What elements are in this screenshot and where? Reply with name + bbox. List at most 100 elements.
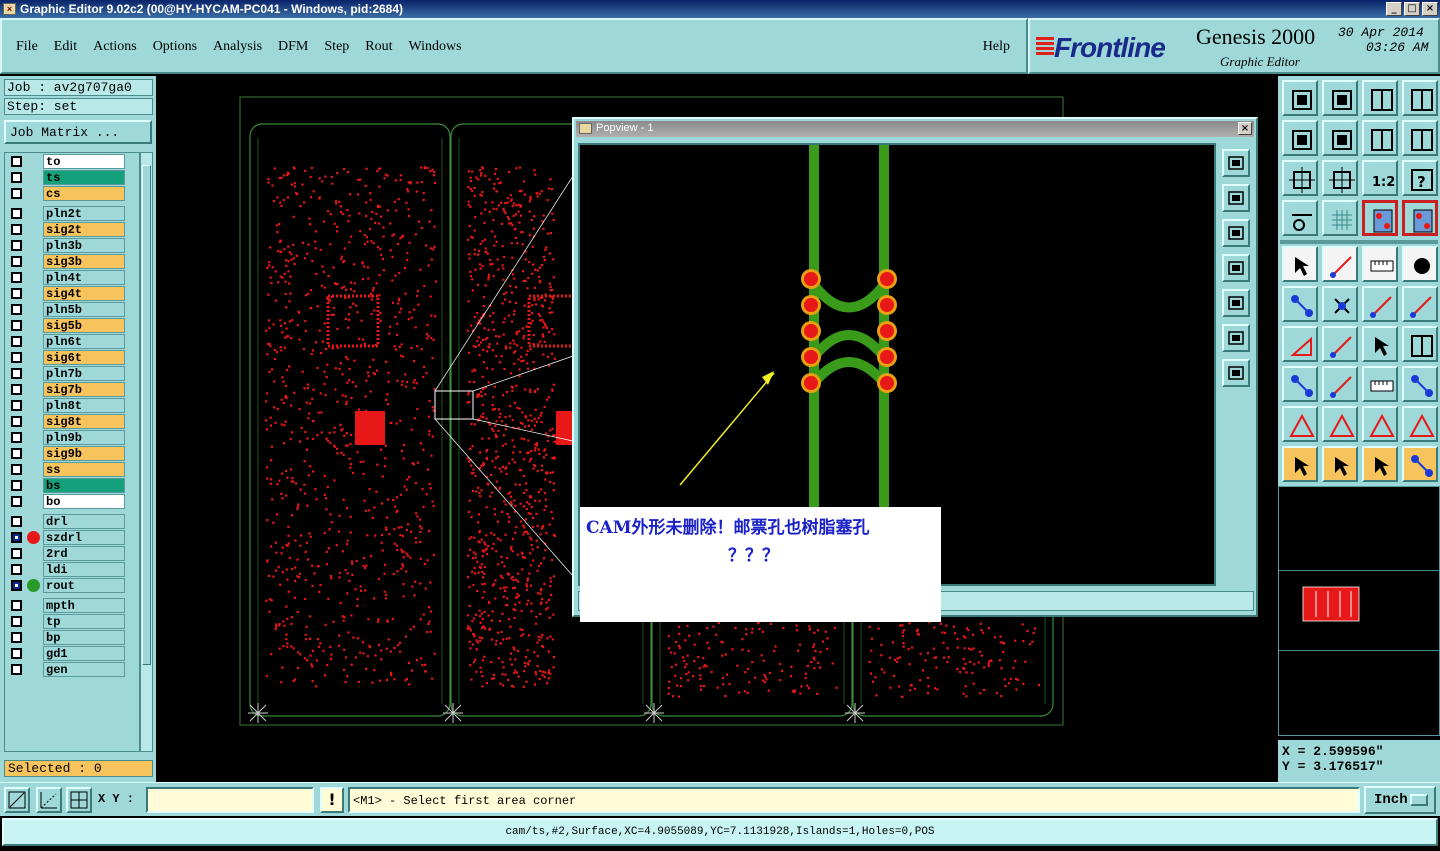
unit-dropdown-icon[interactable] xyxy=(1410,794,1428,806)
layer-row-sig3b[interactable]: sig3b xyxy=(7,254,137,269)
layer-checkbox[interactable] xyxy=(11,240,22,251)
layer-checkbox[interactable] xyxy=(11,600,22,611)
layer-row-to[interactable]: to xyxy=(7,154,137,169)
menu-actions[interactable]: Actions xyxy=(93,39,137,55)
menu-dfm[interactable]: DFM xyxy=(278,39,308,55)
xy-input[interactable] xyxy=(146,787,314,813)
layer-checkbox[interactable] xyxy=(11,156,22,167)
triangle-3-button[interactable] xyxy=(1362,406,1398,442)
menu-windows[interactable]: Windows xyxy=(409,39,462,55)
layer-row-sig5b[interactable]: sig5b xyxy=(7,318,137,333)
layer-name[interactable]: bo xyxy=(43,494,125,509)
layer-row-tp[interactable]: tp xyxy=(7,614,137,629)
layer-name[interactable]: sig2t xyxy=(43,222,125,237)
job-matrix-button[interactable]: Job Matrix ... xyxy=(4,120,152,144)
delete-tool-button[interactable] xyxy=(1322,286,1358,322)
layer-checkbox[interactable] xyxy=(11,464,22,475)
layer-checkbox[interactable] xyxy=(11,352,22,363)
swap-button[interactable] xyxy=(1362,120,1398,156)
popview-page-down-button[interactable] xyxy=(1222,219,1250,247)
layer-name[interactable]: ts xyxy=(43,170,125,185)
select-2-button[interactable] xyxy=(1322,446,1358,482)
layer-checkbox[interactable] xyxy=(11,496,22,507)
layer-row-pln3b[interactable]: pln3b xyxy=(7,238,137,253)
layer-checkbox[interactable] xyxy=(11,224,22,235)
layer-name[interactable]: ss xyxy=(43,462,125,477)
triangle-4-button[interactable] xyxy=(1402,406,1438,442)
layer-checkbox[interactable] xyxy=(11,304,22,315)
layer-checkbox[interactable] xyxy=(11,564,22,575)
layer-row-ts[interactable]: ts xyxy=(7,170,137,185)
select-3-button[interactable] xyxy=(1362,446,1398,482)
layer-name[interactable]: bp xyxy=(43,630,125,645)
layer-checkbox[interactable] xyxy=(11,480,22,491)
layer-row-sig4t[interactable]: sig4t xyxy=(7,286,137,301)
layer-checkbox[interactable] xyxy=(11,368,22,379)
close-icon[interactable]: × xyxy=(1422,2,1438,16)
unit-selector[interactable]: Inch xyxy=(1364,786,1436,814)
zoom-fit-button[interactable] xyxy=(1282,160,1318,196)
flip-tool-button[interactable] xyxy=(1402,326,1438,362)
layer-checkbox[interactable] xyxy=(11,288,22,299)
layer-name[interactable]: pln2t xyxy=(43,206,125,221)
layer-name[interactable]: drl xyxy=(43,514,125,529)
grid-button[interactable] xyxy=(1322,200,1358,236)
layer-name[interactable]: 2rd xyxy=(43,546,125,561)
layer-name[interactable]: sig4t xyxy=(43,286,125,301)
layer-row-cs[interactable]: cs xyxy=(7,186,137,201)
layer-row-pln6t[interactable]: pln6t xyxy=(7,334,137,349)
route-tool-button[interactable] xyxy=(1402,446,1438,482)
maximize-icon[interactable]: □ xyxy=(1404,2,1420,16)
pad-add-button[interactable] xyxy=(1282,366,1318,402)
layer-name[interactable]: pln5b xyxy=(43,302,125,317)
pointer-tool-button[interactable] xyxy=(1282,246,1318,282)
layer-row-sig6t[interactable]: sig6t xyxy=(7,350,137,365)
help-button[interactable]: ? xyxy=(1402,160,1438,196)
popview-zoom-in-out-button[interactable] xyxy=(1222,359,1250,387)
node-tool-button[interactable] xyxy=(1282,286,1318,322)
angle-tool-button[interactable] xyxy=(1282,326,1318,362)
layer-row-ss[interactable]: ss xyxy=(7,462,137,477)
layer-checkbox[interactable] xyxy=(11,532,22,543)
pad-tool-button[interactable] xyxy=(1402,246,1438,282)
menu-options[interactable]: Options xyxy=(153,39,197,55)
popview-app-icon[interactable] xyxy=(579,123,592,134)
layer-name[interactable]: mpth xyxy=(43,598,125,613)
layer-row-ldi[interactable]: ldi xyxy=(7,562,137,577)
layer-name[interactable]: gd1 xyxy=(43,646,125,661)
snap-button[interactable] xyxy=(1282,200,1318,236)
dimension-tool-button[interactable] xyxy=(1362,366,1398,402)
layer-checkbox[interactable] xyxy=(11,320,22,331)
layer-row-bs[interactable]: bs xyxy=(7,478,137,493)
app-icon[interactable]: × xyxy=(3,3,16,15)
minimize-icon[interactable]: _ xyxy=(1386,2,1402,16)
layer-name[interactable]: tp xyxy=(43,614,125,629)
layer-row-sig7b[interactable]: sig7b xyxy=(7,382,137,397)
layer-checkbox[interactable] xyxy=(11,616,22,627)
layer-row-pln8t[interactable]: pln8t xyxy=(7,398,137,413)
layer-checkbox[interactable] xyxy=(11,384,22,395)
layer-row-rout[interactable]: rout xyxy=(7,578,137,593)
measure-tool-button[interactable] xyxy=(1362,246,1398,282)
move-tool-button[interactable] xyxy=(1322,246,1358,282)
layer-checkbox[interactable] xyxy=(11,432,22,443)
layer-checkbox[interactable] xyxy=(11,648,22,659)
layer-name[interactable]: pln9b xyxy=(43,430,125,445)
layer-checkbox[interactable] xyxy=(11,580,22,591)
layer-row-bp[interactable]: bp xyxy=(7,630,137,645)
layer-checkbox[interactable] xyxy=(11,256,22,267)
layer-name[interactable]: pln3b xyxy=(43,238,125,253)
layer-row-gen[interactable]: gen xyxy=(7,662,137,677)
layer-checkbox[interactable] xyxy=(11,400,22,411)
layer-name[interactable]: sig9b xyxy=(43,446,125,461)
zoom-center-button[interactable] xyxy=(1322,160,1358,196)
layer-name[interactable]: sig6t xyxy=(43,350,125,365)
popview-close-icon[interactable]: × xyxy=(1238,122,1252,135)
menu-analysis[interactable]: Analysis xyxy=(213,39,262,55)
layer-checkbox[interactable] xyxy=(11,416,22,427)
select-red-alt-button[interactable] xyxy=(1402,200,1438,236)
shape-tool-button[interactable] xyxy=(1402,366,1438,402)
layer-name[interactable]: pln6t xyxy=(43,334,125,349)
layer-checkbox[interactable] xyxy=(11,664,22,675)
layer-row-sig2t[interactable]: sig2t xyxy=(7,222,137,237)
